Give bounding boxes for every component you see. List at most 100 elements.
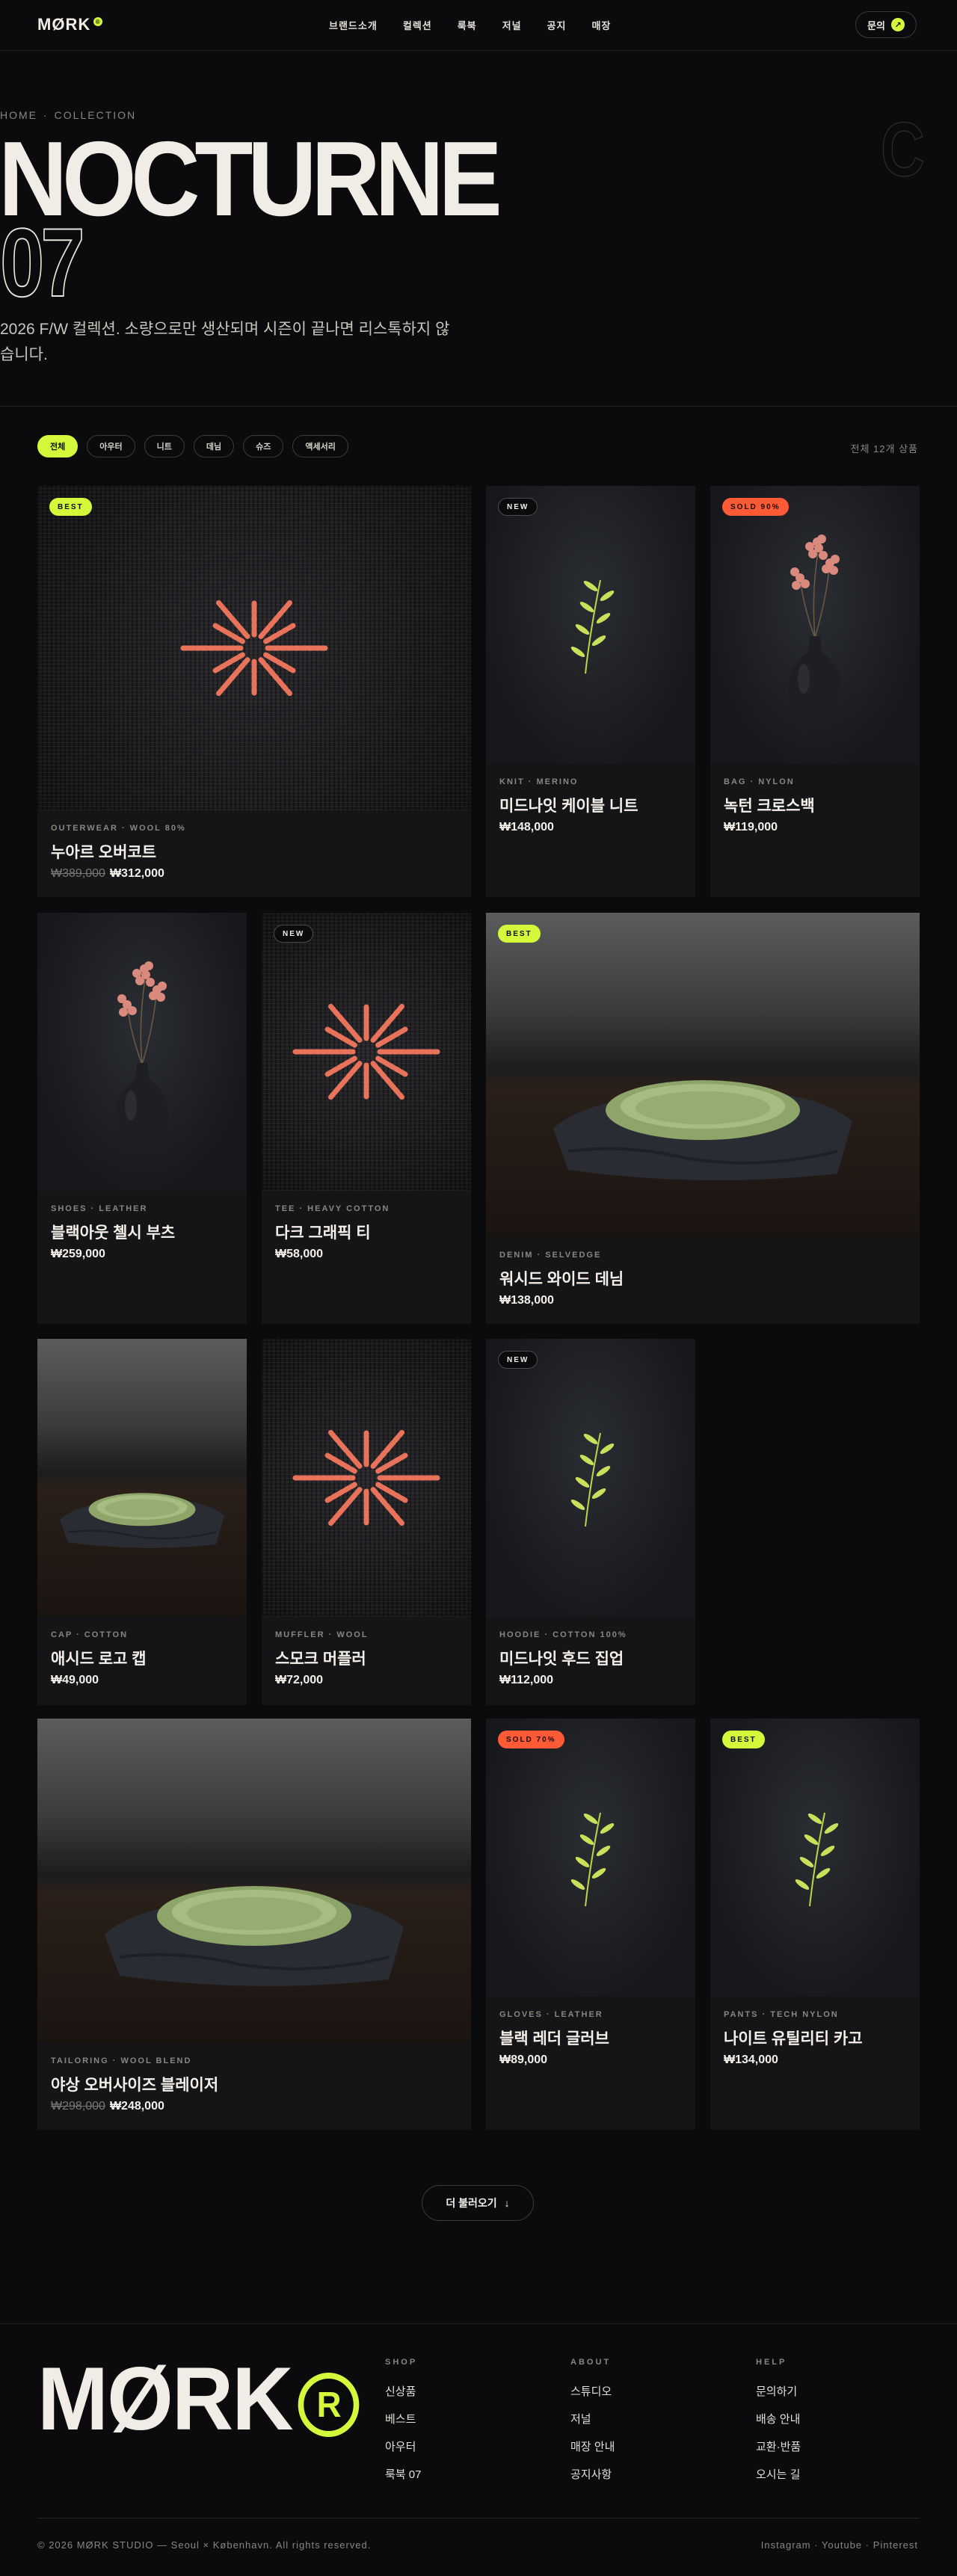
product-name[interactable]: 녹턴 크로스백 [724, 794, 815, 816]
product-card[interactable]: NEW KNIT · MERINO 미드나잇 케이블 니트 ₩148,000 [486, 486, 695, 897]
arrow-down-icon: ↓ [504, 2197, 510, 2209]
sale-price: ₩312,000 [109, 867, 164, 880]
product-card[interactable]: BEST OUTERWEAR · WOOL 80% 누아르 오버코트 ₩389,000… [37, 486, 471, 897]
social-links[interactable]: Instagram · Youtube · Pinterest [761, 2539, 918, 2551]
footer-link[interactable]: 저널 [570, 2411, 615, 2426]
product-badge: NEW [498, 498, 538, 516]
category-filters: 전체 아우터 니트 데님 슈즈 액세서리 [37, 435, 348, 457]
product-name[interactable]: 미드나잇 케이블 니트 [499, 794, 638, 816]
footer-link[interactable]: 아우터 [385, 2438, 421, 2454]
footer-link[interactable]: 배송 안내 [756, 2411, 801, 2426]
product-card[interactable]: SHOES · LEATHER 블랙아웃 첼시 부츠 ₩259,000 [37, 913, 247, 1324]
page-title-number: 07 [0, 208, 85, 317]
sale-price: ₩148,000 [499, 821, 554, 833]
nav-notice[interactable]: 공지 [547, 18, 567, 32]
nav-journal[interactable]: 저널 [502, 18, 522, 32]
product-price: ₩72,000 [275, 1674, 323, 1687]
product-name[interactable]: 미드나잇 후드 집업 [499, 1647, 624, 1669]
product-image[interactable] [486, 486, 695, 764]
filter-knit[interactable]: 니트 [144, 435, 185, 457]
footer-logo[interactable]: MØRK R [37, 2347, 359, 2450]
product-name[interactable]: 나이트 유틸리티 카고 [724, 2027, 863, 2049]
footer-column-shop: SHOP 신상품 베스트 아우터 룩북 07 [385, 2358, 421, 2494]
footer-link[interactable]: 베스트 [385, 2411, 421, 2426]
product-price: ₩134,000 [724, 2053, 778, 2067]
product-image[interactable] [486, 1339, 695, 1617]
product-name[interactable]: 스모크 머플러 [275, 1647, 366, 1669]
registered-mark: R [298, 2373, 359, 2437]
contact-button[interactable]: 문의 ↗ [855, 11, 917, 38]
footer-link[interactable]: 스튜디오 [570, 2383, 615, 2399]
branch-icon [795, 1812, 839, 1907]
product-card[interactable]: BEST PANTS · TECH NYLON 나이트 유틸리티 카고 ₩134,00… [710, 1719, 920, 2130]
sale-price: ₩248,000 [109, 2100, 164, 2113]
footer-column-title: SHOP [385, 2358, 418, 2367]
product-name[interactable]: 다크 그래픽 티 [275, 1221, 371, 1243]
product-image[interactable] [37, 1719, 471, 2043]
footer-link[interactable]: 교환·반품 [756, 2438, 801, 2454]
registered-mark: ® [93, 17, 103, 26]
footer-link[interactable]: 신상품 [385, 2383, 421, 2399]
footer-divider [0, 2323, 957, 2324]
sale-price: ₩119,000 [724, 821, 778, 833]
product-image[interactable] [37, 913, 247, 1191]
product-name[interactable]: 워시드 와이드 데님 [499, 1267, 624, 1289]
product-card[interactable]: BEST DENIM · SELVEDGE 워시드 와이드 데님 ₩138,000 [486, 913, 920, 1324]
footer-link[interactable]: 공지사항 [570, 2466, 615, 2482]
site-header: MØRK ® 브랜드소개 컬렉션 룩북 저널 공지 매장 문의 ↗ [0, 0, 957, 51]
brand-logo[interactable]: MØRK ® [37, 15, 103, 34]
filter-outer[interactable]: 아우터 [87, 435, 135, 457]
product-image[interactable] [37, 486, 471, 810]
product-category: CAP · COTTON [51, 1630, 129, 1639]
product-card[interactable]: NEW TEE · HEAVY COTTON 다크 그래픽 티 ₩58,000 [262, 913, 471, 1324]
product-price: ₩148,000 [499, 821, 554, 834]
product-card[interactable]: SOLD 70% GLOVES · LEATHER 블랙 레더 글러브 ₩89,000 [486, 1719, 695, 2130]
footer-link[interactable]: 룩북 07 [385, 2466, 421, 2482]
product-image[interactable] [262, 913, 471, 1191]
plate-icon [105, 1886, 404, 1986]
footer-link[interactable]: 문의하기 [756, 2383, 801, 2399]
product-badge: SOLD 70% [498, 1731, 564, 1748]
nav-store[interactable]: 매장 [591, 18, 611, 32]
load-more-button[interactable]: 더 불러오기 ↓ [422, 2185, 534, 2221]
nav-lookbook[interactable]: 룩북 [458, 18, 477, 32]
original-price: ₩389,000 [51, 867, 105, 880]
product-category: BAG · NYLON [724, 777, 795, 786]
filter-shoes[interactable]: 슈즈 [243, 435, 284, 457]
product-name[interactable]: 야상 오버사이즈 블레이저 [51, 2073, 218, 2095]
product-image[interactable] [710, 486, 920, 764]
product-badge: BEST [722, 1731, 765, 1748]
product-image[interactable] [710, 1719, 920, 1997]
product-card[interactable]: TAILORING · WOOL BLEND 야상 오버사이즈 블레이저 ₩298,… [37, 1719, 471, 2130]
product-price: ₩58,000 [275, 1248, 323, 1261]
sale-price: ₩89,000 [499, 2053, 548, 2066]
product-price: ₩138,000 [499, 1294, 554, 1307]
footer-link[interactable]: 오시는 길 [756, 2466, 801, 2482]
product-name[interactable]: 블랙 레더 글러브 [499, 2027, 609, 2049]
stitch-pattern-icon [292, 1429, 440, 1526]
nav-brand[interactable]: 브랜드소개 [329, 18, 378, 32]
filter-all[interactable]: 전체 [37, 435, 79, 457]
stitch-pattern-icon [292, 1003, 440, 1100]
filter-accessory[interactable]: 액세서리 [292, 435, 348, 457]
product-image[interactable] [486, 913, 920, 1237]
product-image[interactable] [262, 1339, 471, 1617]
sale-price: ₩72,000 [275, 1674, 324, 1686]
nav-collection[interactable]: 컬렉션 [403, 18, 432, 32]
product-name[interactable]: 누아르 오버코트 [51, 840, 156, 863]
product-name[interactable]: 애시드 로고 캡 [51, 1647, 147, 1669]
product-name[interactable]: 블랙아웃 첼시 부츠 [51, 1221, 175, 1243]
product-card[interactable]: MUFFLER · WOOL 스모크 머플러 ₩72,000 [262, 1339, 471, 1705]
product-card[interactable]: NEW HOODIE · COTTON 100% 미드나잇 후드 집업 ₩112,00… [486, 1339, 695, 1705]
product-price: ₩119,000 [724, 821, 778, 834]
footer-link[interactable]: 매장 안내 [570, 2438, 615, 2454]
product-category: GLOVES · LEATHER [499, 2010, 603, 2019]
product-price: ₩298,000 ₩248,000 [51, 2100, 164, 2113]
filter-denim[interactable]: 데님 [193, 435, 235, 457]
product-image[interactable] [486, 1719, 695, 1997]
product-badge: BEST [498, 925, 541, 943]
product-badge: BEST [49, 498, 92, 516]
product-card[interactable]: CAP · COTTON 애시드 로고 캡 ₩49,000 [37, 1339, 247, 1705]
product-image[interactable] [37, 1339, 247, 1617]
product-card[interactable]: SOLD 90% BAG · NYLON 녹턴 크로스백 ₩119,000 [710, 486, 920, 897]
